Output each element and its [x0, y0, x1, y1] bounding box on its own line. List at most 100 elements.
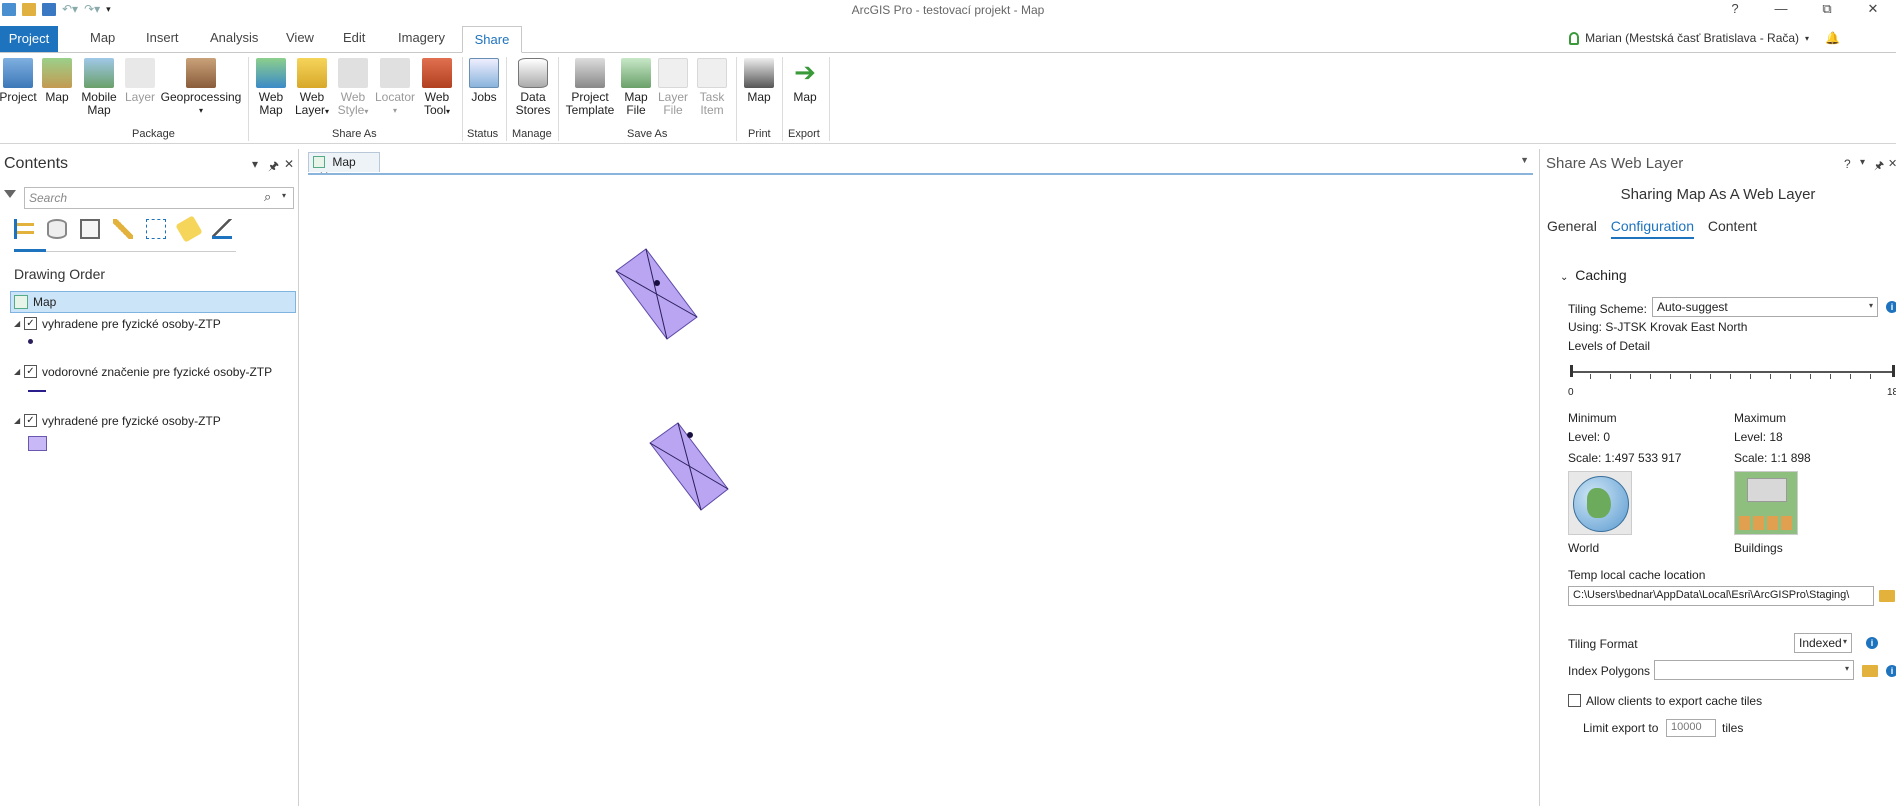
- tab-general[interactable]: General: [1547, 218, 1597, 234]
- package-layer-button[interactable]: Layer: [124, 58, 156, 104]
- minimize-button[interactable]: —: [1758, 0, 1804, 18]
- maximum-scale: Scale: 1:1 898: [1734, 451, 1811, 465]
- tab-insert[interactable]: Insert: [146, 30, 179, 45]
- slider-tick: [1630, 374, 1631, 379]
- search-icon[interactable]: ⌕: [264, 189, 271, 205]
- close-button[interactable]: ✕: [1850, 0, 1896, 18]
- tab-project[interactable]: Project: [0, 26, 58, 52]
- help-icon[interactable]: ?: [1844, 157, 1851, 171]
- lod-min-handle[interactable]: [1570, 365, 1573, 377]
- layer-visibility-checkbox[interactable]: ✓: [24, 317, 37, 330]
- group-separator: [782, 57, 783, 141]
- locator-button[interactable]: Locator ▾: [374, 58, 416, 117]
- group-label-share-as: Share As: [332, 128, 377, 140]
- layer-item[interactable]: ◢ ✓ vodorovné značenie pre fyzické osoby…: [14, 365, 294, 401]
- limit-export-input[interactable]: 10000: [1666, 719, 1716, 737]
- minimum-title: Minimum: [1568, 411, 1617, 425]
- web-map-button[interactable]: Web Map: [254, 58, 288, 117]
- parking-polygon-feature[interactable]: [615, 248, 698, 340]
- layer-item[interactable]: ◢ ✓ vyhradene pre fyzické osoby-ZTP: [14, 317, 294, 351]
- chevron-down-icon[interactable]: ▾: [282, 191, 286, 200]
- group-label-print: Print: [748, 128, 771, 140]
- mobile-map-button[interactable]: Mobile Map: [78, 58, 120, 117]
- layer-visibility-checkbox[interactable]: ✓: [24, 365, 37, 378]
- map-file-button[interactable]: Map File: [620, 58, 652, 117]
- labeling-icon[interactable]: [175, 215, 203, 243]
- chevron-down-icon: ▾: [364, 107, 369, 116]
- export-map-button[interactable]: ➔ Map: [788, 58, 822, 104]
- parking-polygon-feature[interactable]: [649, 422, 729, 511]
- pane-options-icon[interactable]: ▾: [252, 157, 258, 171]
- caching-section-header[interactable]: ⌄ Caching: [1560, 267, 1627, 283]
- pin-icon[interactable]: 🖈: [268, 157, 279, 178]
- filter-icon[interactable]: [4, 190, 16, 198]
- expand-icon[interactable]: ◢: [14, 416, 20, 425]
- pane-subtitle: Sharing Map As A Web Layer: [1620, 186, 1816, 203]
- selection-icon[interactable]: [80, 219, 100, 239]
- web-layer-button[interactable]: Web Layer▾: [292, 58, 332, 118]
- index-polygons-dropdown[interactable]: ▾: [1654, 660, 1854, 680]
- perspective-imagery-icon[interactable]: [212, 219, 232, 239]
- tab-analysis[interactable]: Analysis: [210, 30, 258, 45]
- help-icon[interactable]: ?: [1712, 0, 1758, 18]
- user-account[interactable]: Marian (Mestská časť Bratislava - Rača) …: [1569, 31, 1840, 45]
- map-item[interactable]: Map: [10, 291, 296, 313]
- tab-share[interactable]: Share: [462, 26, 522, 53]
- pane-options-icon[interactable]: ▾: [1860, 157, 1865, 168]
- data-source-icon[interactable]: [47, 219, 67, 239]
- info-icon[interactable]: i: [1866, 637, 1878, 649]
- group-label-package: Package: [132, 128, 175, 140]
- layer-file-button[interactable]: Layer File: [656, 58, 690, 117]
- tab-map[interactable]: Map: [90, 30, 115, 45]
- map-tab-dropdown-icon[interactable]: ▼: [1520, 155, 1529, 165]
- tab-configuration[interactable]: Configuration: [1610, 218, 1694, 239]
- package-map-button[interactable]: Map: [42, 58, 72, 104]
- slider-tick: [1850, 374, 1851, 379]
- tab-imagery[interactable]: Imagery: [398, 30, 445, 45]
- section-title: Caching: [1575, 267, 1627, 283]
- tiling-scheme-dropdown[interactable]: Auto-suggest ▾: [1652, 297, 1878, 317]
- layer-visibility-checkbox[interactable]: ✓: [24, 414, 37, 427]
- toolbox-icon: [422, 58, 452, 88]
- pin-icon[interactable]: 🖈: [1874, 157, 1884, 176]
- search-input[interactable]: Search: [24, 187, 294, 209]
- project-template-button[interactable]: Project Template: [564, 58, 616, 117]
- data-stores-button[interactable]: Data Stores: [510, 58, 556, 117]
- browse-folder-icon[interactable]: [1879, 590, 1895, 602]
- expand-icon[interactable]: ◢: [14, 319, 20, 328]
- close-icon[interactable]: ✕: [284, 157, 294, 171]
- expand-icon[interactable]: ◢: [14, 367, 20, 376]
- allow-export-checkbox[interactable]: [1568, 694, 1581, 707]
- package-project-button[interactable]: Project: [0, 58, 38, 104]
- group-label-status: Status: [467, 128, 499, 140]
- restore-button[interactable]: ⧉: [1804, 0, 1850, 18]
- map-canvas[interactable]: [308, 173, 1533, 806]
- cache-location-input[interactable]: C:\Users\bednar\AppData\Local\Esri\ArcGI…: [1568, 586, 1874, 606]
- tab-view[interactable]: View: [286, 30, 314, 45]
- browse-folder-icon[interactable]: [1862, 665, 1878, 677]
- tiling-format-dropdown[interactable]: Indexed ▾: [1794, 633, 1852, 653]
- map-view-tab[interactable]: Map ✕: [308, 152, 380, 183]
- web-layer-icon: [297, 58, 327, 88]
- jobs-button[interactable]: Jobs: [466, 58, 502, 104]
- slider-tick: [1750, 374, 1751, 379]
- web-style-button[interactable]: Web Style▾: [336, 58, 370, 118]
- drawing-order-icon[interactable]: [14, 219, 34, 239]
- map-item-label: Map: [33, 295, 57, 309]
- tab-content[interactable]: Content: [1708, 218, 1757, 234]
- info-icon[interactable]: i: [1886, 301, 1896, 313]
- layer-item[interactable]: ◢ ✓ vyhradené pre fyzické osoby-ZTP: [14, 414, 294, 454]
- close-icon[interactable]: ✕: [1888, 157, 1896, 170]
- task-item-button[interactable]: Task Item: [694, 58, 730, 117]
- web-tool-button[interactable]: Web Tool▾: [418, 58, 456, 118]
- bell-icon[interactable]: 🔔: [1825, 31, 1840, 45]
- print-map-button[interactable]: Map: [742, 58, 776, 104]
- snapping-icon[interactable]: [146, 219, 166, 239]
- tab-edit[interactable]: Edit: [343, 30, 365, 45]
- geoprocessing-button[interactable]: Geoprocessing ▾: [160, 58, 242, 117]
- editing-icon[interactable]: [113, 219, 133, 239]
- info-icon[interactable]: i: [1886, 665, 1896, 677]
- lod-slider-track[interactable]: [1570, 371, 1895, 373]
- map-tab-label: Map: [332, 155, 356, 169]
- lod-max-handle[interactable]: [1892, 365, 1895, 377]
